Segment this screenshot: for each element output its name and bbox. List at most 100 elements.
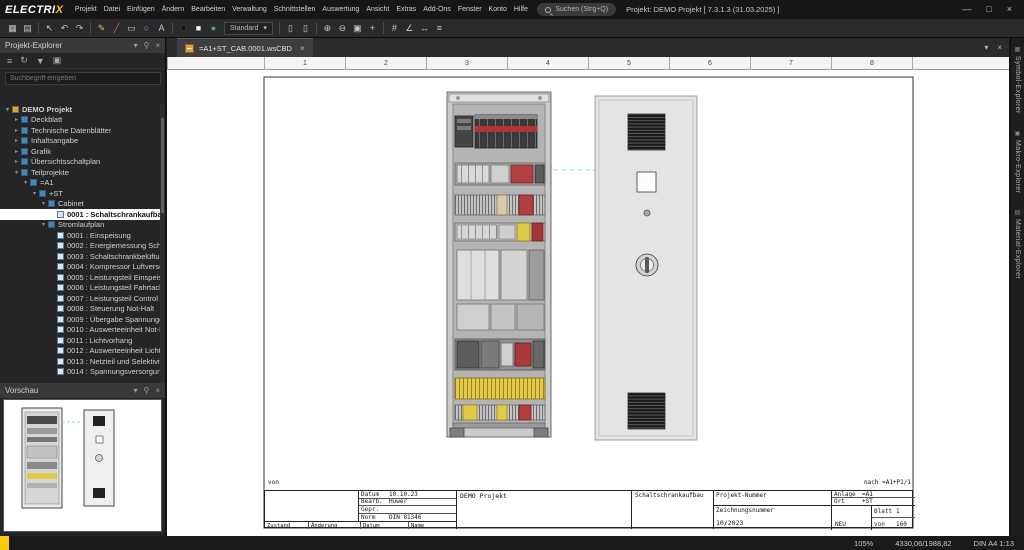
- expander-icon[interactable]: ▾: [30, 190, 39, 197]
- tree-item-0011-lichtvorhang[interactable]: 0011 : Lichtvorhang: [0, 335, 160, 346]
- menu-addons[interactable]: Add-Ons: [420, 6, 455, 13]
- tree-item-stromlaufplan[interactable]: ▾Stromlaufplan: [0, 220, 160, 231]
- tabbar-close-icon[interactable]: ×: [997, 43, 1002, 52]
- angle-icon[interactable]: ∠: [402, 21, 417, 36]
- copy-icon[interactable]: ▣: [53, 55, 62, 66]
- tree-scrollbar[interactable]: [160, 104, 165, 383]
- line-tool-icon[interactable]: ╱: [109, 21, 124, 36]
- circle-tool-icon[interactable]: ○: [139, 21, 154, 36]
- measure-icon[interactable]: ↔: [417, 21, 432, 36]
- text-tool-icon[interactable]: A: [154, 21, 169, 36]
- tree-item-deckblatt[interactable]: ▸Deckblatt: [0, 115, 160, 126]
- refresh-icon[interactable]: ↻: [20, 55, 28, 66]
- global-search[interactable]: Suchen (Strg+Q): [537, 3, 616, 16]
- grid-icon[interactable]: ▦: [5, 21, 20, 36]
- tree-item-0010-auswerteeinheit-not-halt[interactable]: 0010 : Auswerteeinheit Not-Halt: [0, 325, 160, 336]
- menu-projekt[interactable]: Projekt: [71, 6, 100, 13]
- pan-icon[interactable]: +: [365, 21, 380, 36]
- layer-color-icon[interactable]: ●: [206, 21, 221, 36]
- drawing-canvas[interactable]: von nach =A1+P1/1 Datum10.10.23 Bearb.Hu…: [167, 70, 1009, 536]
- menu-auswertung[interactable]: Auswertung: [319, 6, 363, 13]
- tree-item-0013-netzteil-selektivitaet[interactable]: 0013 : Netzteil und Selektivität: [0, 356, 160, 367]
- chevron-down-icon[interactable]: ▾: [133, 41, 137, 50]
- cursor-icon[interactable]: ↖: [42, 21, 57, 36]
- zoom-out-icon[interactable]: ⊖: [335, 21, 350, 36]
- expander-icon[interactable]: ▾: [21, 179, 30, 186]
- tree-item-teilprojekte[interactable]: ▾Teilprojekte: [0, 167, 160, 178]
- table-icon[interactable]: ▤: [20, 21, 35, 36]
- expander-icon[interactable]: ▾: [3, 106, 12, 113]
- tree-item-0004-kompressor[interactable]: 0004 : Kompressor Luftversorgung: [0, 262, 160, 273]
- tree-item-cabinet[interactable]: ▾Cabinet: [0, 199, 160, 210]
- snap-grid-icon[interactable]: #: [387, 21, 402, 36]
- pencil-icon[interactable]: ✎: [94, 21, 109, 36]
- tree-item-0005-leistungsteil-einspeisung[interactable]: 0005 : Leistungsteil Einspeisung: [0, 272, 160, 283]
- list-icon[interactable]: ≡: [7, 56, 12, 66]
- tree-item-0014-spannungsversorgung[interactable]: 0014 : Spannungsversorgung: [0, 367, 160, 378]
- expander-icon[interactable]: ▸: [12, 137, 21, 144]
- menu-aendern[interactable]: Ändern: [158, 6, 188, 13]
- tab-material-explorer[interactable]: ▤ Material-Explorer: [1014, 209, 1021, 279]
- menu-hilfe[interactable]: Hilfe: [510, 6, 531, 13]
- maximize-button[interactable]: □: [986, 0, 991, 19]
- tree-item-0009-uebergabe-spannungen[interactable]: 0009 : Übergabe Spannungen: [0, 314, 160, 325]
- tree-item-uebersichtsschaltplan[interactable]: ▸Übersichtsschaltplan: [0, 157, 160, 168]
- minimize-button[interactable]: —: [962, 0, 971, 19]
- expander-icon[interactable]: ▾: [12, 169, 21, 176]
- white-swatch-icon[interactable]: ■: [191, 21, 206, 36]
- menu-datei[interactable]: Datei: [100, 6, 123, 13]
- tree-item-0008-steuerung-not-halt[interactable]: 0008 : Steuerung Not-Halt: [0, 304, 160, 315]
- pin-icon[interactable]: ⚲: [143, 386, 149, 395]
- tree-item-demo-projekt[interactable]: ▾DEMO Projekt: [0, 104, 160, 115]
- tree-item-a1[interactable]: ▾=A1: [0, 178, 160, 189]
- expander-icon[interactable]: ▾: [39, 221, 48, 228]
- document-tab[interactable]: =A1+ST_CAB.0001.wsCBD ×: [177, 38, 313, 57]
- scrollbar-thumb[interactable]: [161, 118, 164, 213]
- menu-verwaltung[interactable]: Verwaltung: [229, 6, 271, 13]
- redo-icon[interactable]: ↷: [72, 21, 87, 36]
- page-icon[interactable]: ▯: [283, 21, 298, 36]
- tree-item-st[interactable]: ▾+ST: [0, 188, 160, 199]
- tree-item-0006-leistungsteil-fahrtachse[interactable]: 0006 : Leistungsteil Fahrtachse: [0, 283, 160, 294]
- expander-icon[interactable]: ▸: [12, 148, 21, 155]
- chevron-down-icon[interactable]: ▾: [133, 386, 137, 395]
- tree-item-0001-schaltschrankaufbau[interactable]: 0001 : Schaltschrankaufbau: [0, 209, 160, 220]
- tree-item-technische-datenblaetter[interactable]: ▸Technische Datenblätter: [0, 125, 160, 136]
- tree-item-grafik[interactable]: ▸Grafik: [0, 146, 160, 157]
- tree-item-0012-auswerteeinheit-licht[interactable]: 0012 : Auswerteeinheit Licht: [0, 346, 160, 357]
- menu-einfuegen[interactable]: Einfügen: [124, 6, 159, 13]
- expander-icon[interactable]: ▾: [39, 200, 48, 207]
- tab-symbol-explorer[interactable]: ▦ Symbol-Explorer: [1014, 46, 1021, 114]
- menu-fenster[interactable]: Fenster: [454, 6, 485, 13]
- zoom-in-icon[interactable]: ⊕: [320, 21, 335, 36]
- menu-ansicht[interactable]: Ansicht: [363, 6, 393, 13]
- rectangle-tool-icon[interactable]: ▭: [124, 21, 139, 36]
- layer-select[interactable]: Standard ▾: [224, 22, 273, 35]
- expander-icon[interactable]: ▸: [12, 116, 21, 123]
- filter-icon[interactable]: ▼: [36, 56, 45, 66]
- tab-list-chevron-icon[interactable]: ▾: [984, 43, 988, 52]
- page-add-icon[interactable]: ▯: [298, 21, 313, 36]
- menu-extras[interactable]: Extras: [393, 6, 420, 13]
- explorer-search-input[interactable]: [5, 72, 161, 85]
- close-icon[interactable]: ×: [155, 386, 160, 395]
- tree-item-0007-leistungsteil-control[interactable]: 0007 : Leistungsteil Control: [0, 293, 160, 304]
- pin-icon[interactable]: ⚲: [143, 41, 149, 50]
- tree-item-0001-einspeisung[interactable]: 0001 : Einspeisung: [0, 230, 160, 241]
- menu-bearbeiten[interactable]: Bearbeiten: [188, 6, 229, 13]
- tree-item-0003-schaltschrankbelueftung[interactable]: 0003 : Schaltschrankbelüftung: [0, 251, 160, 262]
- tab-close-icon[interactable]: ×: [300, 44, 305, 53]
- zoom-level[interactable]: 105%: [854, 539, 873, 548]
- menu-konto[interactable]: Konto: [485, 6, 510, 13]
- tab-makro-explorer[interactable]: ▣ Makro-Explorer: [1014, 130, 1021, 193]
- close-button[interactable]: ×: [1007, 0, 1012, 19]
- expander-icon[interactable]: ▸: [12, 127, 21, 134]
- tree-item-inhaltsangabe[interactable]: ▸Inhaltsangabe: [0, 136, 160, 147]
- expander-icon[interactable]: ▸: [12, 158, 21, 165]
- tree-item-0002-energiemessung[interactable]: 0002 : Energiemessung Schaltschrank: [0, 241, 160, 252]
- layers-icon[interactable]: ≡: [432, 21, 447, 36]
- black-swatch-icon[interactable]: ■: [176, 21, 191, 36]
- menu-schnittstellen[interactable]: Schnittstellen: [270, 6, 319, 13]
- preview-canvas[interactable]: [3, 399, 162, 532]
- zoom-fit-icon[interactable]: ▣: [350, 21, 365, 36]
